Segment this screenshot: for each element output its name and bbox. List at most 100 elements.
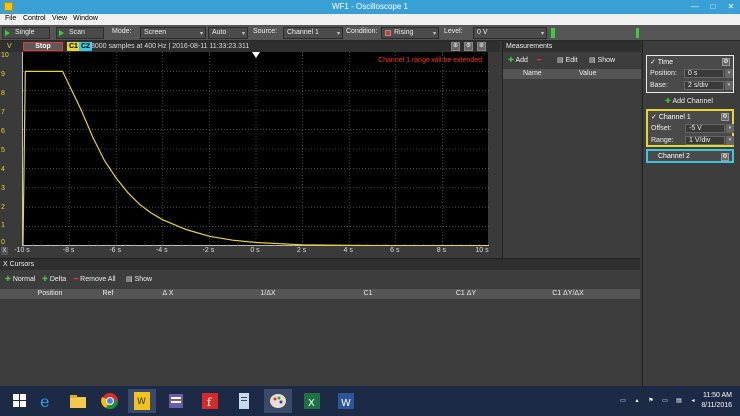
cursors-columns: Position Ref Δ X 1/ΔX C1 C1 ΔY C1 ΔY/ΔX — [0, 289, 640, 299]
spin-icon[interactable]: ▾ — [726, 136, 734, 145]
add-normal-cursor-button[interactable]: ✚ Normal — [5, 275, 35, 283]
channel1-title-label: Channel 1 — [658, 114, 691, 121]
menu-bar: File Control View Window — [0, 14, 740, 25]
add-channel-button[interactable]: ✚ Add Channel — [665, 97, 713, 105]
gear-icon[interactable]: ⚙ — [721, 153, 729, 161]
show-icon: ▤ — [589, 57, 596, 64]
remove-all-cursors-button[interactable]: ━ Remove All — [74, 275, 116, 283]
column-ref: Ref — [102, 290, 114, 297]
network-icon[interactable]: ▤ — [674, 397, 684, 405]
flag-icon[interactable]: ⚑ — [646, 397, 656, 405]
x-tick-label: -8 s — [62, 247, 75, 254]
column-inv-delta-x: 1/ΔX — [260, 290, 276, 297]
spin-icon[interactable]: ▾ — [725, 69, 733, 78]
channel2-box[interactable]: Channel 2 ⚙ — [646, 149, 734, 163]
waveforms-app-icon[interactable]: W — [128, 389, 156, 413]
channel1-title[interactable]: ✓ Channel 1 — [651, 113, 691, 121]
waveform-plot[interactable]: Channel 1 range will be extended — [22, 52, 490, 247]
chart-app-icon[interactable] — [162, 389, 190, 413]
internet-explorer-icon[interactable]: e — [32, 389, 60, 413]
plus-icon: ✚ — [42, 276, 48, 283]
time-title-label: Time — [657, 59, 673, 66]
display-icon[interactable]: ▭ — [660, 397, 670, 405]
time-position-field[interactable]: 0 s — [684, 69, 724, 78]
source-select[interactable]: Channel 1 ▾ — [283, 27, 343, 39]
gear-icon[interactable]: ⚙ — [722, 58, 730, 66]
offset-field[interactable]: -5 V — [685, 124, 725, 133]
x-cursors-panel: X Cursors ✚ Normal ✚ Delta ━ Remove All … — [0, 258, 640, 386]
range-warning: Channel 1 range will be extended — [378, 57, 482, 64]
menu-window[interactable]: Window — [73, 15, 98, 22]
gear-icon[interactable]: ⚙ — [721, 113, 729, 121]
file-explorer-icon[interactable] — [64, 389, 92, 413]
time-base-label: Base: — [650, 82, 668, 89]
minimize-button[interactable]: — — [686, 0, 704, 13]
channel2-title: Channel 2 — [658, 153, 690, 160]
chrome-icon[interactable] — [96, 389, 124, 413]
column-name: Name — [523, 70, 542, 77]
rising-edge-icon — [385, 30, 391, 36]
remove-measurement-button[interactable]: ━ — [537, 56, 541, 64]
keyboard-icon[interactable]: ▭ — [618, 397, 628, 405]
scan-button[interactable]: Scan — [56, 27, 104, 39]
menu-view[interactable]: View — [52, 15, 67, 22]
clock[interactable]: 11:50 AM 8/11/2016 — [701, 391, 732, 411]
mode-label: Mode: — [112, 28, 132, 35]
menu-file[interactable]: File — [5, 15, 16, 22]
y-tick-label: 5 — [1, 147, 5, 154]
y-tick-label: 6 — [1, 128, 5, 135]
acquisition-info: 8000 samples at 400 Hz | 2016-08-11 11:3… — [91, 43, 250, 50]
trigger-position-marker[interactable] — [252, 52, 260, 58]
spin-icon[interactable]: ▾ — [725, 81, 733, 90]
play-icon — [5, 30, 10, 36]
word-app-icon[interactable]: W — [332, 389, 360, 413]
auto-select[interactable]: Auto ▾ — [208, 27, 248, 39]
time-base-field[interactable]: 2 s/div — [684, 81, 724, 90]
flash-app-icon[interactable]: f — [196, 389, 224, 413]
mode-select[interactable]: Screen ▾ — [140, 27, 206, 39]
tray-expand-icon[interactable]: ▴ — [632, 397, 642, 405]
y-tick-label: 9 — [1, 71, 5, 78]
condition-select[interactable]: Rising ▾ — [381, 27, 439, 39]
maximize-button[interactable]: □ — [704, 0, 722, 13]
chevron-down-icon: ▾ — [241, 31, 245, 37]
time-title[interactable]: ✓ Time — [650, 58, 673, 66]
single-button[interactable]: Single — [2, 27, 50, 39]
notepad-app-icon[interactable] — [230, 389, 258, 413]
close-panel-icon[interactable]: ⊗ — [477, 42, 486, 51]
start-button[interactable] — [6, 389, 34, 413]
svg-text:e: e — [40, 392, 49, 411]
spin-icon[interactable]: ▾ — [726, 124, 734, 133]
close-button[interactable]: ✕ — [722, 0, 740, 13]
volume-icon[interactable]: ◂ — [688, 397, 698, 405]
cursors-title: X Cursors — [3, 261, 35, 268]
x-tick-label: -4 s — [155, 247, 168, 254]
x-tick-label: 10 s — [475, 247, 489, 254]
settings-icon[interactable]: ⚙ — [464, 42, 473, 51]
x-tick-label: 8 s — [436, 247, 447, 254]
show-cursors-button[interactable]: ▤ Show — [126, 275, 152, 283]
clock-date: 8/11/2016 — [701, 402, 732, 409]
excel-app-icon[interactable]: X — [298, 389, 326, 413]
taskbar: e W f X W ▭ ▴ ⚑ ▭ ▤ ◂ 11:50 AM 8/11/2016 — [0, 386, 740, 416]
plus-icon: ✚ — [5, 276, 11, 283]
channel2-tag[interactable]: C2 — [79, 42, 92, 51]
add-measurement-button[interactable]: ✚ Add — [508, 56, 528, 64]
level-input[interactable]: 0 V ▾ — [473, 27, 547, 39]
scan-label: Scan — [69, 29, 85, 36]
x-tick-label: -2 s — [202, 247, 215, 254]
show-measurement-button[interactable]: ▤ Show — [589, 56, 615, 64]
paint-app-icon[interactable] — [264, 389, 292, 413]
stop-button[interactable]: Stop — [23, 42, 63, 51]
add-delta-cursor-button[interactable]: ✚ Delta — [42, 275, 66, 283]
zoom-icon[interactable]: ⊕ — [451, 42, 460, 51]
menu-control[interactable]: Control — [23, 15, 46, 22]
y-tick-label: 4 — [1, 166, 5, 173]
mode-value: Screen — [144, 29, 167, 36]
minus-icon: ━ — [74, 276, 79, 283]
add-label: Add — [515, 57, 528, 64]
edit-measurement-button[interactable]: ▤ Edit — [557, 56, 578, 64]
channel1-tag[interactable]: C1 — [67, 42, 80, 51]
range-field[interactable]: 1 V/div — [685, 136, 725, 145]
chevron-down-icon: ▾ — [336, 31, 340, 37]
